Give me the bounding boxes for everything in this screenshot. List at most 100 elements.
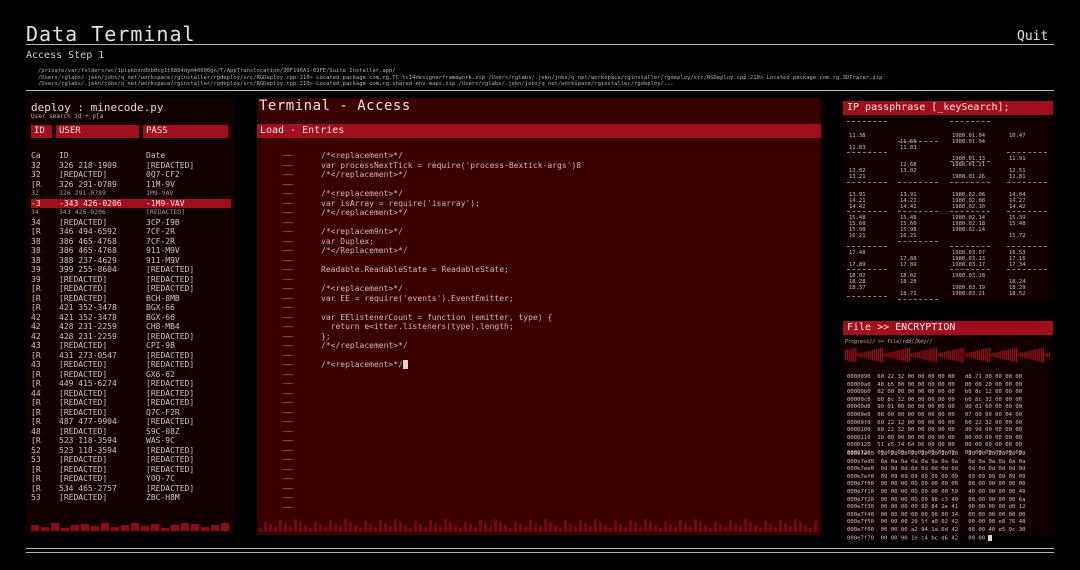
- table-row[interactable]: 39 [REDACTED] [REDACTED]: [31, 275, 231, 285]
- table-row[interactable]: [R [REDACTED] [REDACTED]: [31, 398, 231, 408]
- code-line: return e<itter.listeners(type).length;: [321, 322, 514, 331]
- user-search-input[interactable]: User search id + p[a: [31, 113, 103, 120]
- column-header-user[interactable]: USER: [56, 125, 139, 138]
- waveform-bar: [845, 350, 847, 360]
- table-row[interactable]: 32 326 218-1909 [REDACTED]: [31, 161, 231, 171]
- hex-line: 00000d0 90 01 00 00 00 00 00 00 90 01 00…: [847, 404, 1023, 411]
- hex-line: 000e7f00 00 00 00 00 00 00 00 00 00 00 0…: [847, 481, 1026, 488]
- gutter-dash: ——: [283, 170, 293, 179]
- cell-id: 48: [31, 426, 41, 436]
- table-row[interactable]: 39 399 255-8604 [REDACTED]: [31, 265, 231, 275]
- activity-bar: [161, 528, 169, 531]
- cell-user: 428 231-2259: [59, 331, 117, 341]
- table-row[interactable]: 43 [REDACTED] [REDACTED]: [31, 360, 231, 370]
- waveform-bar: [935, 347, 937, 363]
- table-row[interactable]: [R [REDACTED] GX6-62: [31, 370, 231, 380]
- hex-line: 0000120 51 e5 74 64 06 00 00 00 00 00 00…: [847, 442, 1023, 449]
- column-header-id[interactable]: ID: [31, 125, 52, 138]
- table-row[interactable]: 43 [REDACTED] CPI-9B: [31, 341, 231, 351]
- waveform-bar: [1018, 353, 1020, 357]
- column-header-pass[interactable]: PASS: [143, 125, 228, 138]
- table-row[interactable]: -3 -343 426-0206 -1M9-VAV: [31, 198, 231, 208]
- quit-button[interactable]: Quit: [1017, 29, 1048, 44]
- table-row[interactable]: [R 431 273-0547 [REDACTED]: [31, 351, 231, 361]
- table-row[interactable]: 48 [REDACTED] S9C-08Z: [31, 427, 231, 437]
- cell-id: 34: [31, 208, 39, 216]
- waveform-bar: [1013, 348, 1016, 362]
- table-row[interactable]: [R 421 352-3478 BGX-66: [31, 303, 231, 313]
- table-row[interactable]: 32 326 291-0789 1M9-VAV: [31, 189, 231, 199]
- code-line: /*</replacement>*/: [321, 341, 408, 350]
- table-row[interactable]: 42 428 231-2259 [REDACTED]: [31, 332, 231, 342]
- waveform-bar: [1011, 348, 1014, 362]
- cell-pass: 7CF-2R: [146, 227, 175, 236]
- table-row[interactable]: Ca ID Date: [31, 151, 231, 161]
- terminal-activity-bar: [454, 525, 457, 532]
- table-row[interactable]: 32 [REDACTED] 0Q7-CF2: [31, 170, 231, 180]
- table-row[interactable]: 34 343 426-0206 [REDACTED]: [31, 208, 231, 218]
- cell-user: [REDACTED]: [59, 293, 108, 303]
- table-row[interactable]: [R 326 291-0789 11M-9V: [31, 180, 231, 190]
- code-editor[interactable]: /*<replacement>*/var processNextTick = r…: [321, 151, 801, 370]
- ip-passphrase-panel: IP passphrase [_keySearch]; 11.38 1980.01…: [843, 101, 1053, 301]
- terminal-activity-bar: [554, 525, 557, 532]
- line-gutter: —— —— —— —— —— —— —— —— —— —— —— —— —— —— —— —— —— —— —— ——…: [283, 151, 303, 512]
- hex-line: 000e7ef0 09 09 09 09 09 09 09 09 09 09 0…: [847, 473, 1026, 480]
- table-row[interactable]: [R [REDACTED] YOQ-7C: [31, 474, 231, 484]
- terminal-activity-bar: [559, 528, 562, 532]
- waveform-bar: [987, 348, 989, 362]
- terminal-activity-bar: [434, 523, 437, 532]
- table-row[interactable]: [R 487 477-9904 [REDACTED]: [31, 417, 231, 427]
- cell-pass: [REDACTED]: [146, 284, 195, 293]
- ip-value: 10.47: [1009, 133, 1026, 139]
- terminal-activity-bar: [519, 524, 522, 532]
- gutter-dash: ——: [283, 208, 293, 217]
- table-row[interactable]: 38 386 465-4768 911-M9V: [31, 246, 231, 256]
- table-row[interactable]: [R [REDACTED] Q7C-F2R: [31, 408, 231, 418]
- cell-pass: 11M-9V: [146, 179, 175, 189]
- cell-id: 38: [31, 236, 41, 246]
- terminal-activity-bar: [469, 524, 472, 532]
- cell-pass: Date: [146, 151, 166, 160]
- waveform-bar: [1001, 351, 1003, 359]
- terminal-activity-bar: [729, 520, 732, 532]
- table-row[interactable]: [R [REDACTED] BCH-8MB: [31, 294, 231, 304]
- gutter-dash: ——: [283, 455, 293, 464]
- grid-divider: [1007, 246, 1047, 247]
- load-entries-bar: Load - Entries: [257, 124, 821, 138]
- table-row[interactable]: 53 [REDACTED] [REDACTED]: [31, 455, 231, 465]
- waveform-bar: [939, 353, 941, 357]
- ip-value: 16.21: [900, 233, 917, 239]
- ip-value: 14.42: [1009, 204, 1026, 210]
- table-row[interactable]: 53 [REDACTED] ZBC-H8M: [31, 493, 231, 503]
- terminal-activity-bar: [719, 524, 722, 532]
- ip-value: 1980.03.21: [952, 291, 986, 297]
- ip-value: 17.89: [849, 262, 866, 268]
- table-row[interactable]: [R 523 118-3594 WAS-9C: [31, 436, 231, 446]
- table-row[interactable]: 42 428 231-2259 CH8-MB4: [31, 322, 231, 332]
- table-row[interactable]: 42 421 352-3478 BGX-66: [31, 313, 231, 323]
- waveform-bar: [952, 350, 954, 360]
- table-row[interactable]: 44 [REDACTED] [REDACTED]: [31, 389, 231, 399]
- table-row[interactable]: 38 386 465-4768 7CF-2R: [31, 237, 231, 247]
- bottom-divider: [26, 548, 1054, 549]
- terminal-activity-bar: [714, 521, 717, 532]
- hex-line: 00000e0 08 00 00 00 00 00 00 00 07 00 00…: [847, 411, 1023, 418]
- terminal-activity-bar: [589, 526, 592, 532]
- ip-value: 1980.03.18: [952, 273, 986, 279]
- table-row[interactable]: [R 346 494-6592 7CF-2R: [31, 227, 231, 237]
- ip-value: 1980.01.26: [952, 174, 986, 180]
- terminal-activity-bar: [389, 526, 392, 532]
- gutter-dash: ——: [283, 341, 293, 350]
- table-row[interactable]: [R [REDACTED] [REDACTED]: [31, 465, 231, 475]
- cell-pass: Q7C-F2R: [146, 407, 180, 417]
- terminal-activity-bar: [639, 526, 642, 532]
- table-row[interactable]: [R 534 465-2757 [REDACTED]: [31, 484, 231, 494]
- table-row[interactable]: [R 449 415-6274 [REDACTED]: [31, 379, 231, 389]
- table-row[interactable]: 52 523 118-3594 [REDACTED]: [31, 446, 231, 456]
- table-row[interactable]: 34 [REDACTED] 3CP-I9B: [31, 218, 231, 228]
- waveform-bar: [997, 352, 999, 358]
- table-row[interactable]: 38 388 237-4629 911-M9V: [31, 256, 231, 266]
- terminal-activity-bar: [524, 527, 527, 532]
- table-row[interactable]: [R [REDACTED] [REDACTED]: [31, 284, 231, 294]
